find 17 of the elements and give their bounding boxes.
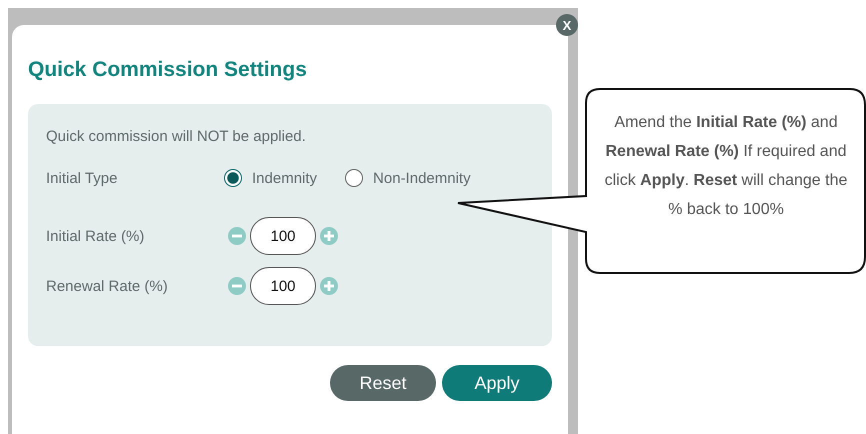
status-message: Quick commission will NOT be applied. bbox=[46, 128, 307, 145]
reset-button[interactable]: Reset bbox=[330, 365, 436, 401]
minus-icon[interactable] bbox=[228, 277, 246, 295]
dialog-title: Quick Commission Settings bbox=[28, 58, 308, 82]
field-label: Renewal Rate (%) bbox=[46, 278, 169, 294]
plus-icon[interactable] bbox=[320, 277, 338, 295]
minus-icon[interactable] bbox=[228, 227, 246, 245]
radio-option[interactable]: Indemnity bbox=[224, 169, 318, 187]
rate-input[interactable]: 100 bbox=[250, 267, 316, 305]
apply-button[interactable]: Apply bbox=[442, 365, 552, 401]
close-button[interactable]: X bbox=[556, 14, 578, 36]
field-label: Initial Type bbox=[46, 170, 118, 186]
plus-icon[interactable] bbox=[320, 227, 338, 245]
field-label: Initial Rate (%) bbox=[46, 228, 146, 244]
callout-text: Amend the Initial Rate (%) and Renewal Rate (%) If required and click Apply. Reset will change the % back to 100% bbox=[604, 113, 848, 220]
rate-input[interactable]: 100 bbox=[250, 217, 316, 255]
radio-option[interactable]: Non-Indemnity bbox=[345, 169, 471, 187]
